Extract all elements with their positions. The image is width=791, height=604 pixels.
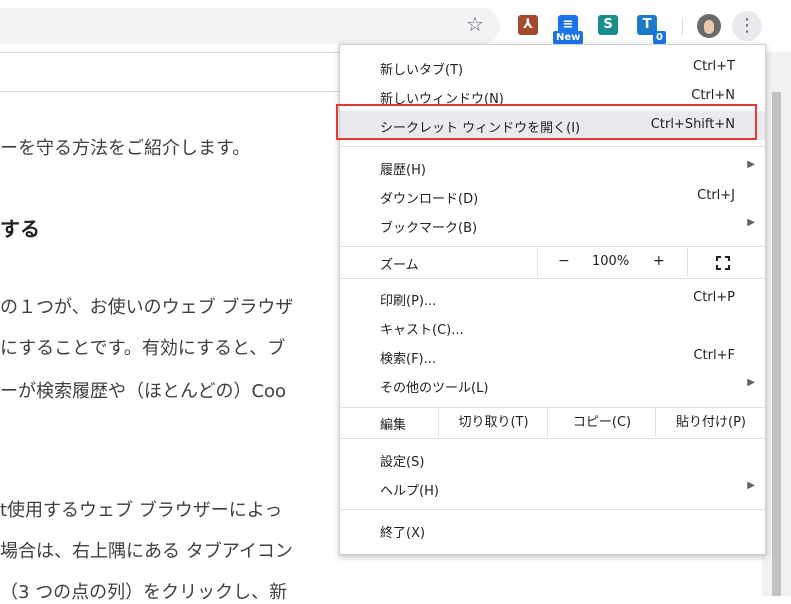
submenu-arrow-icon: ▶ — [747, 377, 755, 388]
menu-item-bookmarks[interactable]: ブックマーク(B) ▶ — [340, 211, 765, 240]
tc-badge: 0 — [653, 31, 666, 44]
menu-separator — [340, 146, 765, 147]
address-bar[interactable] — [0, 8, 500, 44]
news-badge: New — [553, 31, 584, 44]
cut-button[interactable]: 切り取り(T) — [438, 408, 548, 437]
article-line: ーが検索履歴や（ほとんどの）Coo — [0, 381, 287, 402]
fullscreen-icon[interactable] — [716, 256, 730, 270]
article-heading: する — [0, 217, 40, 241]
article-line: にすることです。有効にすると、ブ — [0, 338, 286, 359]
menu-separator — [340, 246, 765, 247]
article-line: 場合は、右上隅にある タブアイコン — [0, 541, 293, 562]
submenu-arrow-icon: ▶ — [747, 217, 755, 228]
zoom-in-button[interactable]: + — [653, 253, 665, 269]
menu-edit-row: 編集 切り取り(T) コピー(C) 貼り付け(P) — [340, 408, 765, 437]
page-scrollbar[interactable] — [762, 52, 791, 596]
article-line: ーを守る方法をご紹介します。 — [0, 138, 251, 159]
menu-item-history[interactable]: 履歴(H) ▶ — [340, 153, 765, 182]
menu-item-downloads[interactable]: ダウンロード(D) Ctrl+J — [340, 182, 765, 211]
more-menu-icon[interactable]: ⋮ — [732, 11, 762, 41]
article-line: t使用するウェブ ブラウザーによっ — [0, 500, 283, 521]
article-line: の１つが、お使いのウェブ ブラウザ — [0, 297, 294, 318]
menu-item-new-tab[interactable]: 新しいタブ(T) Ctrl+T — [340, 53, 765, 82]
zoom-label: ズーム — [380, 258, 419, 273]
menu-item-help[interactable]: ヘルプ(H) ▶ — [340, 474, 765, 503]
menu-item-more-tools[interactable]: その他のツール(L) ▶ — [340, 371, 765, 400]
menu-item-find[interactable]: 検索(F)... Ctrl+F — [340, 342, 765, 371]
edit-label: 編集 — [380, 418, 407, 433]
menu-item-exit[interactable]: 終了(X) — [340, 516, 765, 545]
menu-item-settings[interactable]: 設定(S) — [340, 445, 765, 474]
star-icon[interactable]: ☆ — [466, 14, 484, 34]
menu-separator — [340, 438, 765, 439]
article-line: （3 つの点の列）をクリックし、新 — [0, 582, 288, 603]
menu-zoom-row: ズーム − 100% + — [340, 248, 765, 277]
menu-item-print[interactable]: 印刷(P)... Ctrl+P — [340, 284, 765, 313]
s-extension-icon[interactable]: S — [598, 15, 618, 35]
menu-separator — [340, 509, 765, 510]
menu-separator — [340, 278, 765, 279]
paste-button[interactable]: 貼り付け(P) — [655, 408, 766, 437]
copy-button[interactable]: コピー(C) — [547, 408, 656, 437]
menu-item-new-window[interactable]: 新しいウィンドウ(N) Ctrl+N — [340, 82, 765, 111]
submenu-arrow-icon: ▶ — [747, 480, 755, 491]
chrome-main-menu: 新しいタブ(T) Ctrl+T 新しいウィンドウ(N) Ctrl+N シークレッ… — [339, 44, 766, 555]
zoom-out-button[interactable]: − — [558, 253, 570, 269]
menu-item-incognito[interactable]: シークレット ウィンドウを開く(I) Ctrl+Shift+N — [340, 111, 765, 140]
pdf-extension-icon[interactable]: ⅄ — [518, 15, 538, 35]
profile-avatar[interactable] — [697, 14, 721, 38]
menu-item-cast[interactable]: キャスト(C)... — [340, 313, 765, 342]
submenu-arrow-icon: ▶ — [747, 159, 755, 170]
zoom-level: 100% — [592, 254, 630, 269]
toolbar-divider — [682, 18, 683, 36]
